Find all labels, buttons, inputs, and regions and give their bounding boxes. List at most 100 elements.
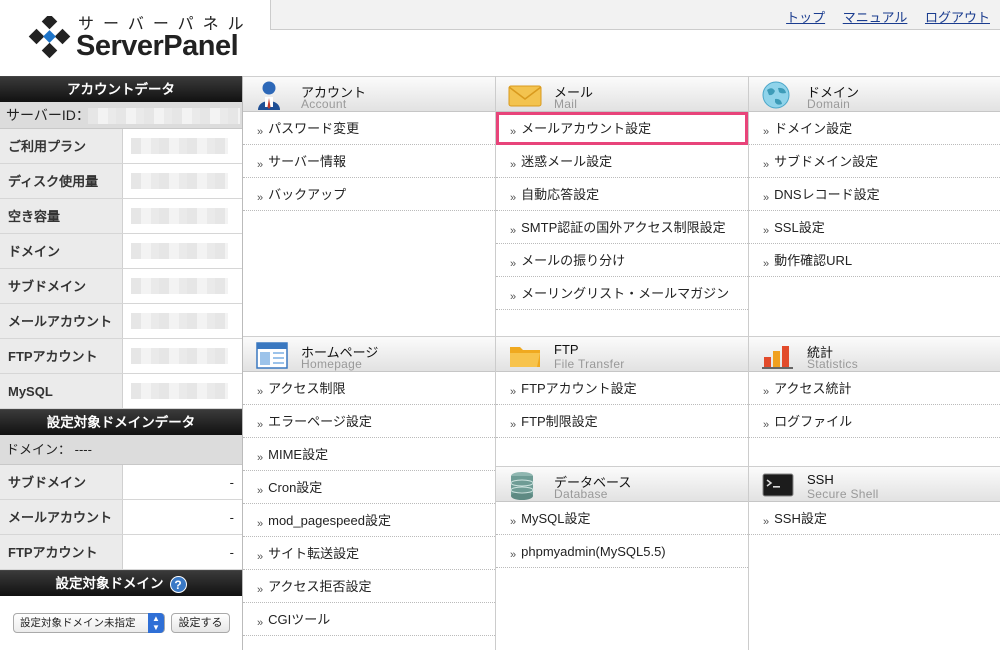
top-link[interactable]: トップ — [786, 10, 825, 25]
row-value — [123, 304, 242, 338]
domain-data-header: 設定対象ドメインデータ — [0, 409, 242, 435]
select-value: 設定対象ドメイン未指定 — [20, 617, 136, 629]
sidebar-data-row: FTPアカウント — [0, 339, 242, 374]
account-menu-item[interactable]: バックアップ — [243, 178, 495, 211]
database-menu: MySQL設定phpmyadmin(MySQL5.5) — [496, 502, 748, 568]
ftp-panel: FTP File Transfer FTPアカウント設定FTP制限設定 — [496, 336, 749, 466]
ftp-menu: FTPアカウント設定FTP制限設定 — [496, 372, 748, 438]
homepage-menu-item[interactable]: サイト転送設定 — [243, 537, 495, 570]
logo-diamond-icon — [28, 16, 71, 59]
redacted-value — [131, 208, 228, 224]
mail-panel: メール Mail メールアカウント設定迷惑メール設定自動応答設定SMTP認証の国… — [496, 76, 749, 336]
homepage-menu-item[interactable]: アクセス制限 — [243, 372, 495, 405]
row-value: - — [123, 535, 242, 569]
domain-rows: サブドメイン - メールアカウント - FTPアカウント - — [0, 465, 242, 570]
terminal-icon — [762, 473, 794, 497]
homepage-menu-item[interactable]: エラーページ設定 — [243, 405, 495, 438]
ftp-menu-item[interactable]: FTPアカウント設定 — [496, 372, 748, 405]
homepage-menu-item[interactable]: アクセス拒否設定 — [243, 570, 495, 603]
account-menu-item[interactable]: パスワード変更 — [243, 112, 495, 145]
mail-menu-item[interactable]: メーリングリスト・メールマガジン — [496, 277, 748, 310]
target-domain-header: 設定対象ドメイン? — [0, 570, 242, 596]
mail-menu-item[interactable]: メールアカウント設定 — [496, 112, 748, 145]
homepage-menu-item[interactable]: mod_pagespeed設定 — [243, 504, 495, 537]
sidebar-data-row: 空き容量 — [0, 199, 242, 234]
redacted-value — [131, 348, 228, 364]
user-icon — [258, 81, 280, 110]
panel-subtitle: Mail — [554, 97, 578, 111]
set-button[interactable]: 設定する — [171, 613, 230, 633]
panel-subtitle: Account — [301, 97, 347, 111]
database-menu-item[interactable]: phpmyadmin(MySQL5.5) — [496, 535, 748, 568]
row-label: 空き容量 — [0, 199, 123, 233]
mail-menu-item[interactable]: 迷惑メール設定 — [496, 145, 748, 178]
homepage-menu-item[interactable]: CGIツール — [243, 603, 495, 636]
serverpanel-logo[interactable]: サーバーパネル ServerPanel — [28, 10, 258, 66]
domain-menu-item[interactable]: サブドメイン設定 — [749, 145, 1000, 178]
row-value — [123, 164, 242, 198]
mail-menu-item[interactable]: SMTP認証の国外アクセス制限設定 — [496, 211, 748, 244]
account-panel-header: アカウント Account — [243, 76, 495, 112]
top-bar: トップ マニュアル ログアウト — [270, 0, 1000, 30]
domain-menu-item[interactable]: 動作確認URL — [749, 244, 1000, 277]
target-domain-select[interactable]: 設定対象ドメイン未指定 ▲ ▼ — [13, 613, 165, 633]
server-id-label: サーバーID： — [6, 107, 90, 123]
homepage-menu: アクセス制限エラーページ設定MIME設定Cron設定mod_pagespeed設… — [243, 372, 495, 636]
panel-subtitle: File Transfer — [554, 357, 625, 371]
account-menu: パスワード変更サーバー情報バックアップ — [243, 112, 495, 211]
mail-menu-item[interactable]: 自動応答設定 — [496, 178, 748, 211]
target-domain-header-label: 設定対象ドメイン — [55, 576, 164, 591]
panel-title: FTP — [554, 342, 579, 357]
database-icon — [510, 472, 534, 500]
panel-subtitle: Statistics — [807, 357, 859, 371]
row-value — [123, 129, 242, 163]
redacted-value — [131, 173, 228, 189]
domain-menu-item[interactable]: SSL設定 — [749, 211, 1000, 244]
ssh-panel: SSH Secure Shell SSH設定 — [749, 466, 1000, 650]
domain-menu-item[interactable]: ドメイン設定 — [749, 112, 1000, 145]
row-value: - — [123, 465, 242, 499]
row-value — [123, 199, 242, 233]
account-data-header: アカウントデータ — [0, 76, 242, 102]
domain-menu-item[interactable]: DNSレコード設定 — [749, 178, 1000, 211]
database-panel: データベース Database MySQL設定phpmyadmin(MySQL5… — [496, 466, 749, 650]
help-icon[interactable]: ? — [169, 575, 187, 593]
stats-panel-header: 統計 Statistics — [749, 336, 1000, 372]
target-domain-line: ドメイン： ---- — [0, 435, 242, 465]
row-label: サブドメイン — [0, 465, 123, 499]
homepage-panel-header: ホームページ Homepage — [243, 336, 495, 372]
panel-subtitle: Secure Shell — [807, 487, 879, 501]
row-value — [123, 234, 242, 268]
sidebar-data-row: メールアカウント — [0, 304, 242, 339]
stats-menu-item[interactable]: アクセス統計 — [749, 372, 1000, 405]
domain-panel: ドメイン Domain ドメイン設定サブドメイン設定DNSレコード設定SSL設定… — [749, 76, 1000, 336]
row-label: ご利用プラン — [0, 129, 123, 163]
logout-link[interactable]: ログアウト — [925, 10, 990, 25]
database-menu-item[interactable]: MySQL設定 — [496, 502, 748, 535]
logo-name: ServerPanel — [76, 30, 239, 62]
mail-envelope-icon — [508, 85, 542, 107]
panel-subtitle: Database — [554, 487, 608, 501]
row-label: サブドメイン — [0, 269, 123, 303]
row-label: MySQL — [0, 374, 123, 408]
ssh-menu-item[interactable]: SSH設定 — [749, 502, 1000, 535]
redacted-value — [131, 383, 228, 399]
account-panel: アカウント Account パスワード変更サーバー情報バックアップ — [243, 76, 496, 336]
mail-menu-item[interactable]: メールの振り分け — [496, 244, 748, 277]
redacted-value — [131, 278, 228, 294]
homepage-menu-item[interactable]: Cron設定 — [243, 471, 495, 504]
ssh-menu: SSH設定 — [749, 502, 1000, 535]
stats-menu-item[interactable]: ログファイル — [749, 405, 1000, 438]
ftp-menu-item[interactable]: FTP制限設定 — [496, 405, 748, 438]
chart-icon — [762, 346, 793, 369]
manual-link[interactable]: マニュアル — [843, 10, 908, 25]
account-menu-item[interactable]: サーバー情報 — [243, 145, 495, 178]
stats-panel: 統計 Statistics アクセス統計ログファイル — [749, 336, 1000, 466]
folder-icon — [510, 347, 540, 367]
row-value — [123, 374, 242, 408]
ssh-panel-header: SSH Secure Shell — [749, 466, 1000, 502]
homepage-menu-item[interactable]: MIME設定 — [243, 438, 495, 471]
homepage-panel: ホームページ Homepage アクセス制限エラーページ設定MIME設定Cron… — [243, 336, 496, 650]
row-label: メールアカウント — [0, 500, 123, 534]
sidebar-data-row: FTPアカウント - — [0, 535, 242, 570]
